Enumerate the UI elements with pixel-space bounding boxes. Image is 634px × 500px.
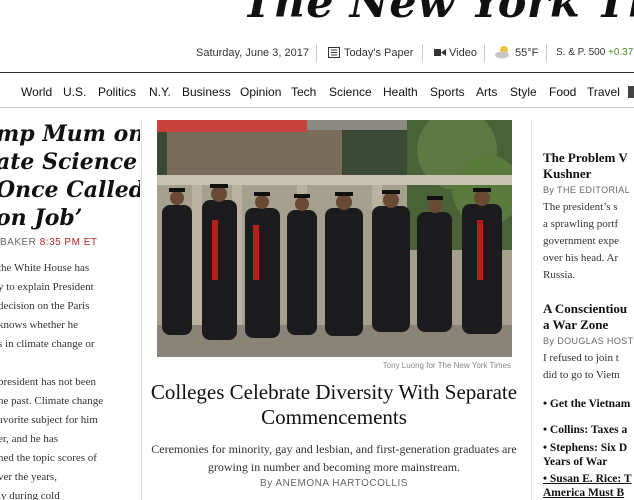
opinion-link[interactable]: • Collins: Taxes a — [543, 423, 627, 437]
center-story-byline: By ANEMONA HARTOCOLLIS — [260, 478, 408, 489]
divider — [0, 72, 634, 73]
opinion-byline: By THE EDITORIAL — [543, 185, 631, 195]
summary-line: avorite subject for him — [0, 414, 98, 426]
summary-line: decision on the Paris — [0, 300, 90, 312]
nav-overflow — [628, 86, 634, 98]
headline-line: Once Called — [0, 177, 140, 203]
summary-line: he past. Climate change — [0, 395, 104, 407]
summary-line: knows whether he — [0, 319, 79, 331]
divider — [422, 44, 423, 62]
headline-line: ate Science — [0, 149, 138, 175]
nav-opinion[interactable]: Opinion — [240, 85, 281, 99]
nav-us[interactable]: U.S. — [63, 85, 86, 99]
todays-paper-link[interactable]: Today's Paper — [344, 47, 413, 59]
section-nav: World U.S. Politics N.Y. Business Opinio… — [0, 78, 634, 106]
center-story-summary: Ceremonies for minority, gay and lesbian… — [151, 442, 517, 474]
nav-food[interactable]: Food — [549, 85, 576, 99]
headline-line: Kushner — [543, 166, 592, 181]
nav-style[interactable]: Style — [510, 85, 537, 99]
nav-politics[interactable]: Politics — [98, 85, 136, 99]
summary-line: over his head. Ar — [543, 252, 619, 264]
summary-line: a sprawling portf — [543, 218, 619, 230]
byline-author: BAKER — [0, 237, 37, 248]
summary-line: president has not been — [0, 376, 97, 388]
opinion-byline: By DOUGLAS HOST — [543, 336, 634, 346]
opinion-summary: I refused to join t did to go to Vietn — [543, 350, 620, 384]
opinion-headline[interactable]: The Problem V Kushner — [543, 150, 628, 182]
market-label[interactable]: S. & P. 500 — [556, 47, 605, 58]
opinion-link[interactable]: • Get the Vietnam — [543, 397, 630, 411]
video-camera-icon[interactable] — [434, 48, 446, 60]
summary-line: government expe — [543, 235, 620, 247]
nav-tech[interactable]: Tech — [291, 85, 316, 99]
opinion-summary: The president’s s a sprawling portf gove… — [543, 199, 619, 284]
summary-line: ver the years, — [0, 471, 57, 483]
newspaper-icon[interactable] — [328, 47, 340, 61]
link-line: • Susan E. Rice: T — [543, 473, 632, 485]
nav-health[interactable]: Health — [383, 85, 418, 99]
masthead: The New York Times — [0, 0, 634, 40]
summary-line: the White House has — [0, 262, 90, 274]
divider — [484, 44, 485, 62]
nav-science[interactable]: Science — [329, 85, 372, 99]
link-line: Years of War — [543, 456, 608, 468]
summary-line: s in climate change or — [0, 338, 95, 350]
market-change: +0.37 — [608, 47, 634, 58]
summary-line: Russia. — [543, 269, 576, 281]
headline-line: on Job’ — [0, 205, 83, 231]
summary-line: er, and he has — [0, 433, 59, 445]
nav-business[interactable]: Business — [182, 85, 231, 99]
info-bar: Saturday, June 3, 2017 Today's Paper Vid… — [0, 44, 634, 66]
summary-line: did to go to Vietn — [543, 369, 620, 381]
summary-line — [0, 354, 140, 373]
summary-line: ly during cold — [0, 490, 60, 500]
weather-temp[interactable]: 55°F — [515, 47, 538, 59]
divider — [316, 44, 317, 62]
center-story-headline[interactable]: Colleges Celebrate Diversity With Separa… — [150, 380, 518, 430]
summary-line: The president’s s — [543, 201, 618, 213]
weather-cloud-icon — [494, 45, 512, 62]
link-line: • Get the Vietnam — [543, 398, 631, 410]
column-divider — [531, 120, 532, 500]
summary-line: ned the topic scores of — [0, 452, 97, 464]
link-line: America Must B — [543, 487, 625, 499]
opinion-headline[interactable]: A Conscientiou a War Zone — [543, 301, 627, 333]
link-line: • Collins: Taxes a — [543, 424, 628, 436]
left-story: mp Mum on ate Science Once Called on Job… — [0, 116, 140, 500]
divider — [546, 44, 547, 62]
left-story-summary: the White House has y to explain Preside… — [0, 259, 140, 500]
headline-line: The Problem V — [543, 150, 628, 165]
video-link[interactable]: Video — [449, 47, 477, 59]
link-line: • Stephens: Six D — [543, 442, 628, 454]
nav-travel[interactable]: Travel — [587, 85, 620, 99]
graduation-photo[interactable] — [157, 120, 512, 357]
headline-line: mp Mum on — [0, 121, 140, 147]
timestamp: 8:35 PM ET — [39, 237, 98, 248]
nav-ny[interactable]: N.Y. — [149, 85, 171, 99]
headline-line: a War Zone — [543, 317, 609, 332]
summary-line: I refused to join t — [543, 352, 619, 364]
summary-line: y to explain President — [0, 281, 94, 293]
column-divider — [141, 120, 142, 500]
nav-sports[interactable]: Sports — [430, 85, 465, 99]
nav-arts[interactable]: Arts — [476, 85, 497, 99]
opinion-column: The Problem V Kushner By THE EDITORIAL T… — [533, 120, 634, 500]
nav-world[interactable]: World — [21, 85, 52, 99]
headline-line: A Conscientiou — [543, 301, 628, 316]
nyt-logo[interactable]: The New York Times — [242, 0, 634, 28]
photo-credit: Tony Luong for The New York Times — [382, 361, 511, 370]
opinion-link[interactable]: • Susan E. Rice: T America Must B — [543, 472, 632, 500]
divider — [0, 107, 634, 108]
opinion-link[interactable]: • Stephens: Six D Years of War — [543, 441, 627, 469]
date-text: Saturday, June 3, 2017 — [196, 47, 309, 59]
left-story-byline: BAKER 8:35 PM ET — [0, 237, 98, 248]
left-story-headline[interactable]: mp Mum on ate Science Once Called on Job… — [0, 120, 140, 232]
